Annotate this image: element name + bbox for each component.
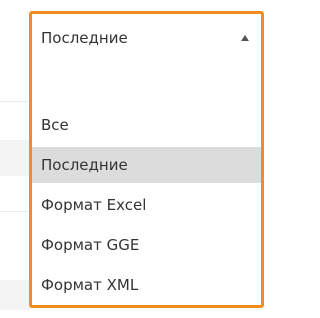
- dropdown-option-empty[interactable]: [32, 68, 261, 104]
- dropdown-selected-field[interactable]: Последние: [32, 14, 261, 62]
- dropdown-option-excel[interactable]: Формат Excel: [32, 187, 261, 223]
- caret-up-icon[interactable]: [241, 35, 249, 41]
- background-row: [0, 140, 30, 176]
- dropdown-selected-value: Последние: [41, 29, 128, 47]
- dropdown-option-recent[interactable]: Последние: [32, 147, 261, 183]
- dropdown-option-all[interactable]: Все: [32, 107, 261, 143]
- format-dropdown[interactable]: Последние Все Последние Формат Excel Фор…: [29, 11, 264, 308]
- background-divider: [0, 211, 30, 212]
- dropdown-option-xml[interactable]: Формат XML: [32, 267, 261, 303]
- background-divider: [0, 101, 30, 102]
- page: Последние Все Последние Формат Excel Фор…: [0, 0, 278, 318]
- dropdown-option-gge[interactable]: Формат GGE: [32, 227, 261, 263]
- background-row: [0, 280, 30, 310]
